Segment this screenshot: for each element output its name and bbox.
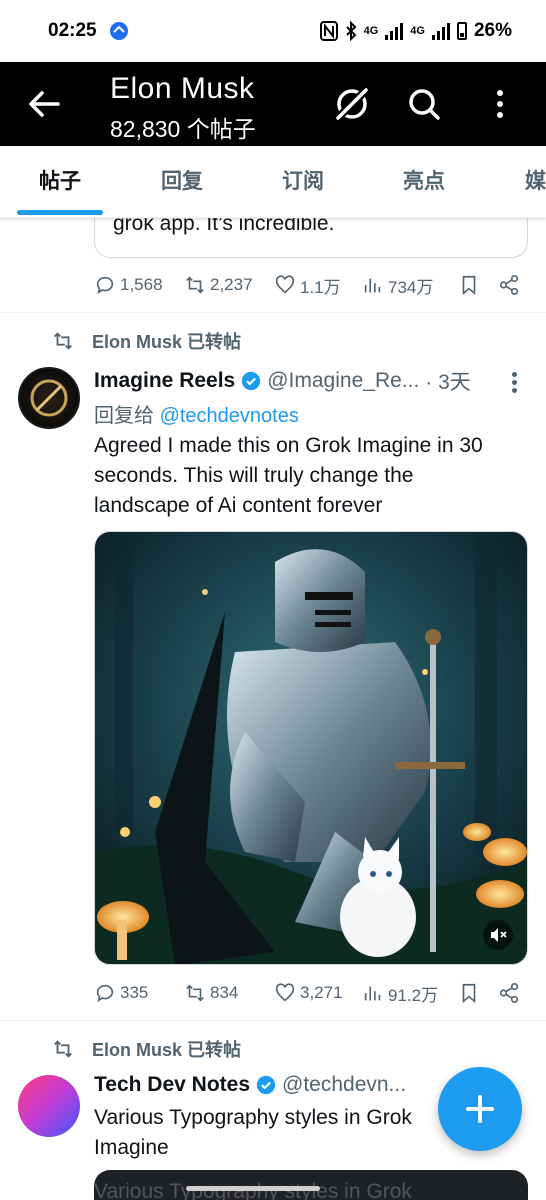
author-handle[interactable]: @techdevn... [282,1073,406,1097]
repost-icon [54,332,72,350]
post-text: Agreed I made this on Grok Imagine in 30… [94,434,483,517]
volume-muted-icon [491,928,507,942]
repost-icon [54,1040,72,1058]
avatar-logo-icon [30,379,68,417]
post-time: · 3天 [425,371,471,394]
compose-post-button[interactable] [438,1067,522,1151]
author-name[interactable]: Imagine Reels [94,369,235,393]
battery-level: 26% [473,20,512,41]
search-icon[interactable] [404,84,444,124]
post-divider [0,1020,546,1021]
bookmark-icon[interactable] [458,274,480,296]
post-media-image[interactable]: Various Typography styles in Grok [94,1170,528,1200]
repost-indicator[interactable]: Elon Musk 已转帖 [52,1036,241,1062]
nfc-icon [319,21,338,41]
profile-name: Elon Musk [110,72,255,105]
tab-media[interactable]: 媒 [486,146,546,217]
post-media-image[interactable] [94,531,528,965]
post-divider [0,312,546,313]
grok-icon[interactable] [332,84,372,124]
signal-icon-2 [431,22,450,40]
repost-button[interactable]: 2,237 [184,274,274,296]
status-time: 02:25 [48,20,97,41]
reply-button[interactable]: 335 [94,982,184,1004]
network-type-2: 4G [410,25,425,37]
back-arrow-icon[interactable] [24,84,64,124]
post-actions: 335 834 3,271 91.2万 [94,978,524,1008]
bluetooth-icon [345,21,357,41]
reply-to-link[interactable]: @techdevnotes [160,405,299,427]
heart-icon [275,983,295,1002]
repost-icon [186,276,204,294]
repost-icon [186,984,204,1002]
verified-badge-icon [242,371,261,391]
avatar[interactable] [18,1075,80,1137]
verified-badge-icon [256,1075,276,1095]
status-bar: 02:25 4G 4G 26% [0,0,546,62]
author-name[interactable]: Tech Dev Notes [94,1073,250,1097]
views-button[interactable]: 91.2万 [362,981,458,1006]
post-count: 82,830 个帖子 [110,116,256,142]
reply-button[interactable]: 1,568 [94,274,184,296]
sync-icon [109,22,128,40]
gesture-bar[interactable] [186,1186,320,1191]
views-icon [364,986,381,1001]
repost-button[interactable]: 834 [184,982,274,1004]
profile-header: Elon Musk 82,830 个帖子 [0,62,546,146]
like-button[interactable]: 3,271 [274,982,362,1004]
knight-kitten-image [95,532,527,964]
tab-replies[interactable]: 回复 [120,146,244,217]
heart-icon [275,275,295,294]
mute-button[interactable] [483,920,513,950]
author-handle[interactable]: @Imagine_Re... [267,369,419,393]
reply-context: 回复给 @techdevnotes [94,405,299,427]
more-vertical-icon[interactable] [480,84,520,124]
post-header: Tech Dev Notes @techdevn... [94,1073,406,1097]
tab-highlights[interactable]: 亮点 [362,146,486,217]
views-button[interactable]: 734万 [362,273,458,298]
bookmark-icon[interactable] [458,982,480,1004]
reply-icon [96,984,114,1003]
network-type-1: 4G [363,25,379,37]
repost-indicator[interactable]: Elon Musk 已转帖 [52,328,241,354]
post-header: Imagine Reels @Imagine_Re... · 3天 [94,366,471,396]
views-icon [364,278,381,293]
post-actions-prev: 1,568 2,237 1.1万 734万 [94,270,524,300]
reply-icon [96,276,114,295]
signal-icon-1 [385,22,404,40]
profile-tabs: 帖子 回复 订阅 亮点 媒 [0,146,546,218]
tab-subscriptions[interactable]: 订阅 [244,146,362,217]
share-icon[interactable] [498,274,520,296]
battery-icon [456,22,467,40]
like-button[interactable]: 1.1万 [274,273,362,298]
tab-posts[interactable]: 帖子 [0,146,120,217]
post-more-icon[interactable] [512,372,518,396]
share-icon[interactable] [498,982,520,1004]
avatar[interactable] [18,367,80,429]
